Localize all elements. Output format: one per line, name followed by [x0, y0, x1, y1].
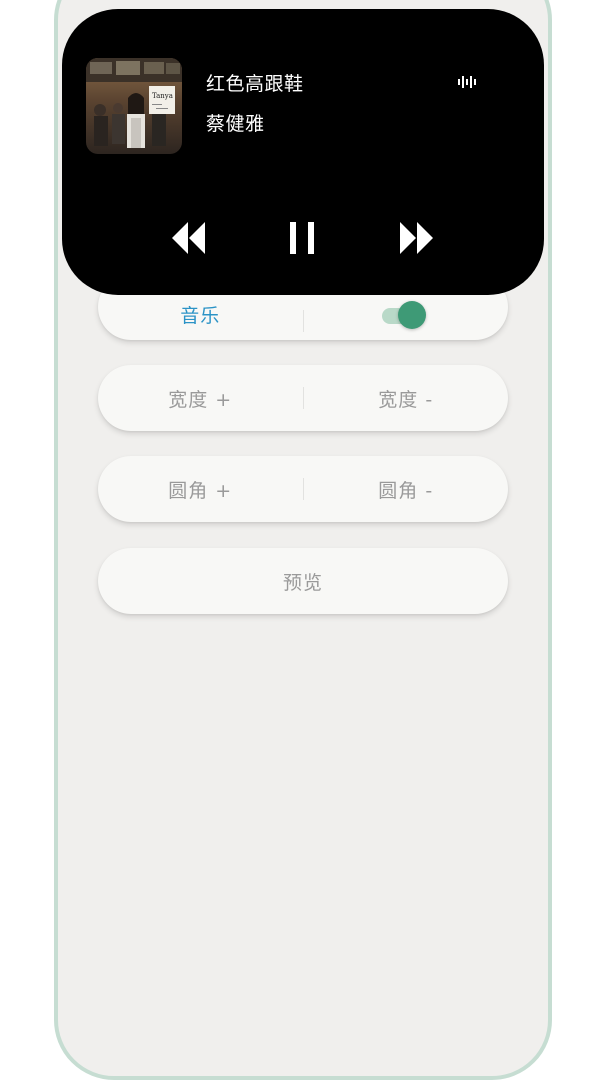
radius-minus-button[interactable]: 圆角 - — [304, 456, 509, 522]
song-artist: 蔡健雅 — [206, 113, 265, 135]
media-island[interactable]: Tanya 红色高跟鞋 蔡健雅 — [62, 9, 544, 295]
album-art-text: Tanya — [152, 92, 173, 100]
next-track-button[interactable] — [394, 216, 438, 260]
song-title: 红色高跟鞋 — [206, 73, 304, 95]
pause-button[interactable] — [280, 216, 324, 260]
preview-button[interactable]: 预览 — [98, 548, 508, 614]
width-minus-button[interactable]: 宽度 - — [304, 365, 509, 431]
toggle-knob — [397, 301, 426, 329]
previous-track-button[interactable] — [167, 216, 211, 260]
radius-plus-button[interactable]: 圆角 + — [98, 456, 303, 522]
preview-label: 预览 — [282, 571, 323, 594]
music-toggle[interactable] — [381, 300, 430, 330]
width-row: 宽度 + 宽度 - — [98, 365, 508, 431]
width-plus-button[interactable]: 宽度 + — [98, 365, 303, 431]
next-track-icon — [400, 222, 433, 254]
pause-icon — [290, 222, 314, 254]
radius-row: 圆角 + 圆角 - — [98, 456, 508, 522]
sound-wave-icon[interactable] — [456, 73, 480, 91]
album-cover: Tanya — [86, 58, 182, 154]
previous-track-icon — [172, 222, 205, 254]
album-cover-image: Tanya — [86, 58, 182, 154]
